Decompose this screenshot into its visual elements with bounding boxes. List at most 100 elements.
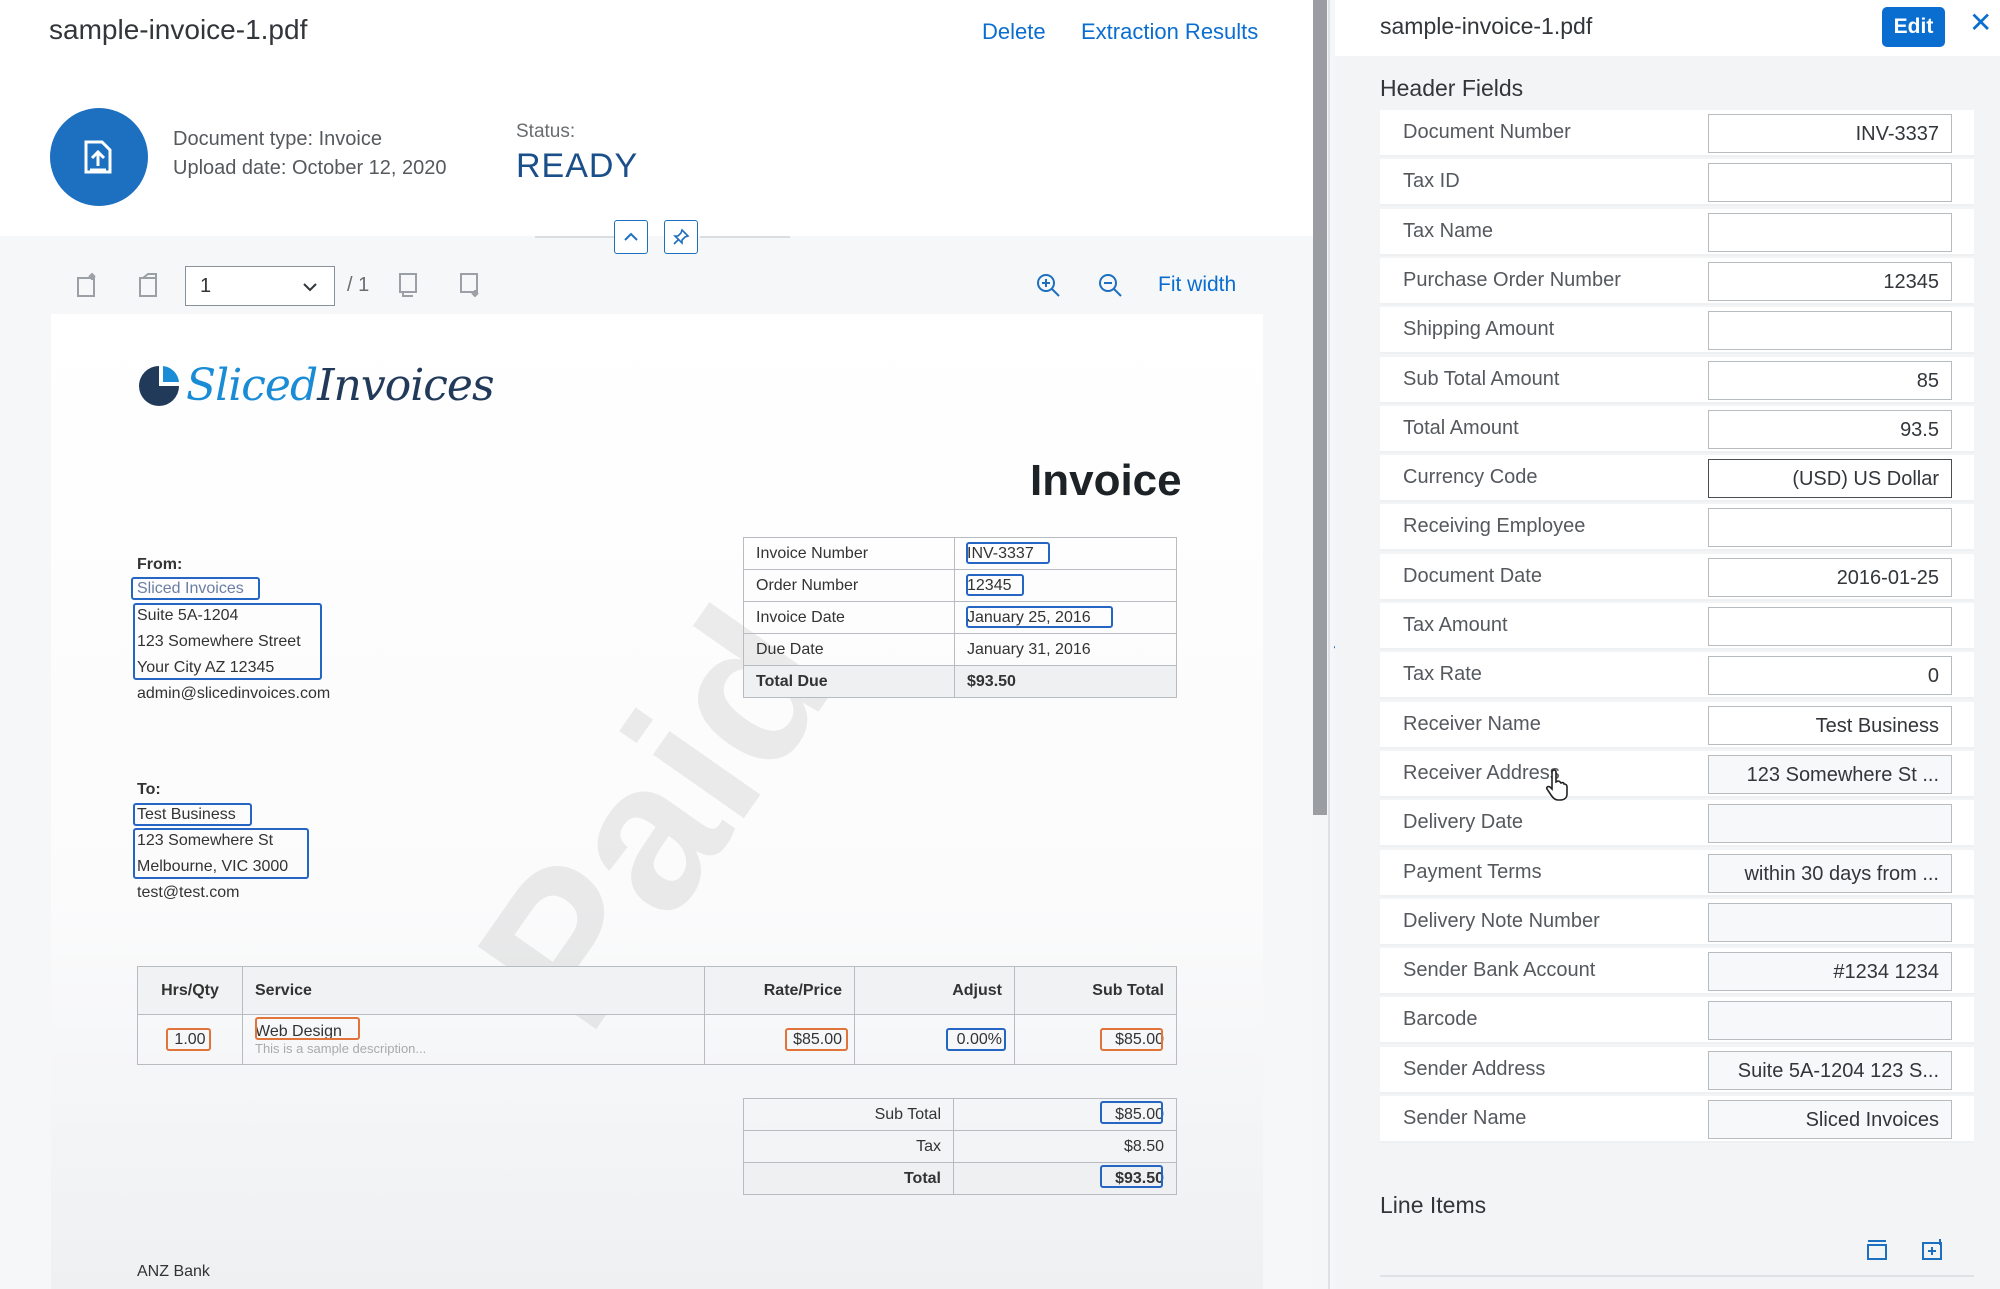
page-total: / 1 bbox=[347, 274, 370, 296]
to-email: test@test.com bbox=[137, 884, 240, 901]
field-row: Tax Name bbox=[1380, 208, 1974, 256]
results-file-name: sample-invoice-1.pdf bbox=[1380, 13, 1593, 39]
field-label: Receiver Address bbox=[1403, 761, 1560, 784]
line-items-divider bbox=[1380, 1275, 1974, 1277]
edit-button[interactable]: Edit bbox=[1882, 7, 1945, 47]
field-label: Payment Terms bbox=[1403, 860, 1542, 883]
field-value[interactable]: 123 Somewhere St ... bbox=[1708, 754, 1952, 794]
field-label: Sender Bank Account bbox=[1403, 959, 1596, 982]
to-name-highlight[interactable] bbox=[133, 803, 252, 826]
field-value[interactable]: INV-3337 bbox=[1708, 114, 1952, 153]
item-adjust-highlight[interactable] bbox=[946, 1028, 1006, 1051]
field-value[interactable]: #1234 1234 bbox=[1708, 952, 1952, 992]
field-value[interactable] bbox=[1708, 607, 1952, 646]
zoom-out-icon[interactable] bbox=[1095, 270, 1125, 300]
logo-part-1: Sliced bbox=[186, 360, 318, 411]
order-number-highlight[interactable] bbox=[966, 574, 1024, 596]
detail-value: $93.50 bbox=[954, 665, 1177, 698]
insert-row-icon[interactable] bbox=[1920, 1237, 1946, 1263]
field-row: Purchase Order Number 12345 bbox=[1380, 257, 1974, 305]
pane-divider[interactable] bbox=[1328, 0, 1330, 1289]
zoom-in-icon[interactable] bbox=[1033, 270, 1063, 300]
table-row: Due Date January 31, 2016 bbox=[743, 633, 1177, 666]
page-number-select[interactable]: 1 bbox=[185, 266, 335, 306]
field-value[interactable]: Test Business bbox=[1708, 705, 1952, 745]
add-row-icon[interactable] bbox=[1865, 1237, 1891, 1263]
field-value[interactable]: (USD) US Dollar bbox=[1708, 459, 1952, 499]
field-label: Tax Name bbox=[1403, 219, 1494, 242]
field-value[interactable] bbox=[1708, 311, 1952, 351]
field-value[interactable]: 12345 bbox=[1708, 261, 1952, 301]
field-row: Tax Amount bbox=[1380, 603, 1974, 650]
bank-name: ANZ Bank bbox=[137, 1263, 210, 1280]
document-upload-icon bbox=[50, 108, 148, 206]
field-value[interactable]: 2016-01-25 bbox=[1708, 557, 1952, 597]
field-row: Receiver Address 123 Somewhere St ... bbox=[1380, 750, 1974, 798]
item-subtotal-highlight[interactable] bbox=[1100, 1028, 1163, 1051]
field-value[interactable]: 85 bbox=[1708, 360, 1952, 400]
table-row: Tax $8.50 bbox=[743, 1130, 1177, 1163]
detail-label: Order Number bbox=[743, 569, 955, 602]
grand-total-highlight[interactable] bbox=[1100, 1165, 1163, 1188]
pin-header-button[interactable] bbox=[664, 220, 698, 254]
chevron-up-icon bbox=[624, 232, 638, 241]
invoice-number-highlight[interactable] bbox=[966, 542, 1050, 564]
field-row: Sub Total Amount 85 bbox=[1380, 356, 1974, 404]
table-row: Invoice Number INV-3337 bbox=[743, 537, 1177, 570]
sliced-invoices-logo: SlicedInvoices bbox=[186, 360, 495, 411]
field-value[interactable]: Suite 5A-1204 123 S... bbox=[1708, 1050, 1952, 1090]
field-value[interactable] bbox=[1708, 508, 1952, 548]
detail-value: January 31, 2016 bbox=[954, 633, 1177, 666]
field-value[interactable]: within 30 days from ... bbox=[1708, 853, 1952, 893]
field-value[interactable] bbox=[1708, 902, 1952, 942]
total-label: Sub Total bbox=[743, 1098, 954, 1131]
next-page-icon[interactable] bbox=[393, 270, 423, 300]
field-value[interactable] bbox=[1708, 1001, 1952, 1041]
to-address-highlight[interactable] bbox=[133, 828, 309, 879]
field-value[interactable]: 0 bbox=[1708, 656, 1952, 696]
last-page-icon[interactable] bbox=[455, 270, 485, 300]
sliced-invoices-logo-icon bbox=[139, 366, 179, 406]
detail-label: Invoice Date bbox=[743, 601, 955, 634]
adjust-header: Adjust bbox=[854, 966, 1015, 1015]
item-service-highlight[interactable] bbox=[255, 1017, 360, 1040]
table-row: Order Number 12345 bbox=[743, 569, 1177, 602]
pin-icon bbox=[673, 228, 690, 245]
delete-link[interactable]: Delete bbox=[982, 19, 1046, 45]
collapse-header-button[interactable] bbox=[614, 220, 648, 254]
item-qty-highlight[interactable] bbox=[166, 1028, 211, 1051]
document-viewer-pane: sample-invoice-1.pdf Delete Extraction R… bbox=[0, 0, 1313, 1289]
field-label: Document Number bbox=[1403, 121, 1571, 143]
from-address-highlight[interactable] bbox=[133, 603, 322, 680]
from-name-highlight[interactable] bbox=[131, 577, 260, 600]
document-type: Document type: Invoice bbox=[173, 128, 382, 150]
field-row: Shipping Amount bbox=[1380, 307, 1974, 355]
item-rate-highlight[interactable] bbox=[785, 1028, 848, 1051]
fit-width-link[interactable]: Fit width bbox=[1158, 273, 1236, 297]
app-root: sample-invoice-1.pdf Delete Extraction R… bbox=[0, 0, 2000, 1289]
invoice-date-highlight[interactable] bbox=[966, 606, 1113, 628]
detail-label: Due Date bbox=[743, 633, 955, 666]
field-value[interactable] bbox=[1708, 163, 1952, 203]
viewer-scrollbar[interactable] bbox=[1313, 0, 1327, 815]
first-page-icon[interactable] bbox=[72, 270, 102, 300]
close-icon[interactable]: ✕ bbox=[1969, 6, 1992, 39]
field-row: Document Number INV-3337 bbox=[1380, 110, 1974, 157]
previous-page-icon[interactable] bbox=[133, 270, 163, 300]
field-value[interactable]: 93.5 bbox=[1708, 409, 1952, 449]
field-value[interactable] bbox=[1708, 804, 1952, 844]
field-label: Shipping Amount bbox=[1403, 318, 1555, 341]
subtotal-highlight[interactable] bbox=[1100, 1101, 1163, 1124]
logo-part-2: Invoices bbox=[317, 360, 494, 411]
field-value[interactable]: Sliced Invoices bbox=[1708, 1100, 1952, 1139]
extraction-results-link[interactable]: Extraction Results bbox=[1081, 19, 1258, 45]
field-row: Tax Rate 0 bbox=[1380, 652, 1974, 700]
field-value[interactable] bbox=[1708, 212, 1952, 252]
field-label: Sub Total Amount bbox=[1403, 367, 1560, 390]
upload-date: Upload date: October 12, 2020 bbox=[173, 157, 447, 179]
hand-cursor-icon bbox=[1545, 769, 1568, 801]
field-label: Sender Address bbox=[1403, 1057, 1546, 1080]
field-label: Purchase Order Number bbox=[1403, 268, 1621, 291]
field-row: Delivery Note Number bbox=[1380, 898, 1974, 946]
field-label: Receiver Name bbox=[1403, 712, 1541, 735]
